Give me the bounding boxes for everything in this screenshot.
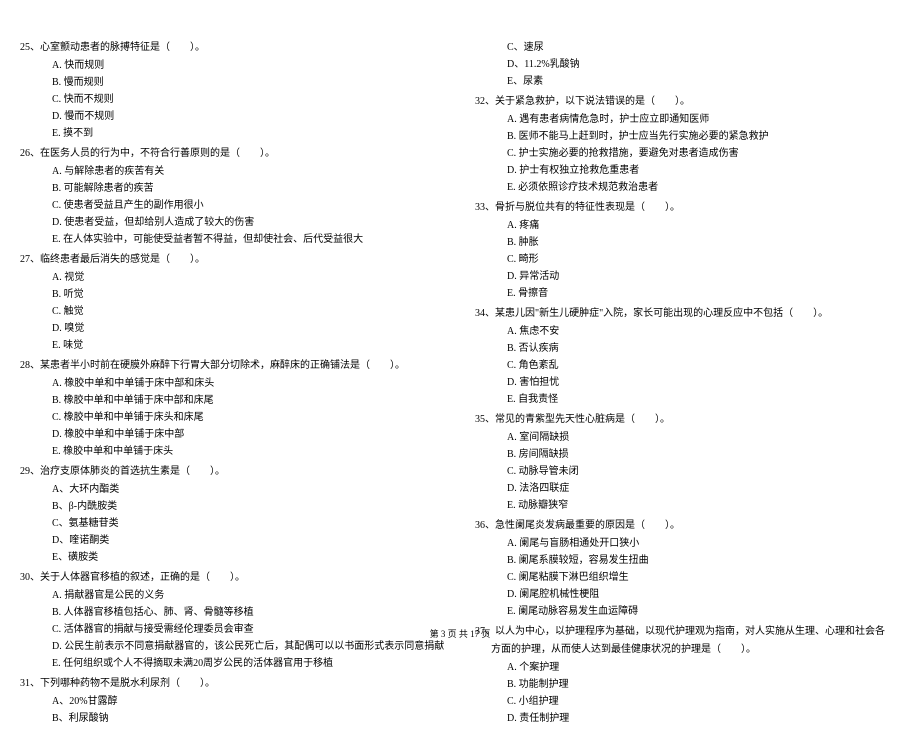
question-block: 30、关于人体器官移植的叙述，正确的是（ ）。 A. 捐献器官是公民的义务B. 人… [20, 570, 445, 672]
question-title: 28、某患者半小时前在硬膜外麻醉下行胃大部分切除术，麻醉床的正确铺法是（ ）。 [20, 358, 445, 374]
option-item: D、11.2%乳酸钠 [475, 57, 900, 73]
question-block: 25、心室颤动患者的脉搏特征是（ ）。 A. 快而规则B. 慢而规则C. 快而不规… [20, 40, 445, 142]
question-title: 27、临终患者最后消失的感觉是（ ）。 [20, 252, 445, 268]
option-item: D. 使患者受益，但却给别人造成了较大的伤害 [20, 215, 445, 231]
option-item: C. 橡胶中单和中单铺于床头和床尾 [20, 410, 445, 426]
question-block: 36、急性阑尾炎发病最重要的原因是（ ）。 A. 阑尾与盲肠相通处开口狭小B. 阑… [475, 518, 900, 620]
option-item: A. 快而规则 [20, 58, 445, 74]
question-block: 34、某患儿因"新生儿硬肿症"入院，家长可能出现的心理反应中不包括（ ）。 A. … [475, 306, 900, 408]
option-item: C. 畸形 [475, 252, 900, 268]
option-item: D. 护士有权独立抢救危重患者 [475, 163, 900, 179]
question-title: 26、在医务人员的行为中，不符合行善原则的是（ ）。 [20, 146, 445, 162]
option-item: B. 功能制护理 [475, 677, 900, 693]
option-item: A. 室间隔缺损 [475, 430, 900, 446]
question-title: 25、心室颤动患者的脉搏特征是（ ）。 [20, 40, 445, 56]
option-item: A. 捐献器官是公民的义务 [20, 588, 445, 604]
option-item: B. 听觉 [20, 287, 445, 303]
option-item: C. 快而不规则 [20, 92, 445, 108]
question-title-cont: 方面的护理，从而使人达到最佳健康状况的护理是（ ）。 [475, 642, 900, 658]
option-item: D. 阑尾腔机械性梗阻 [475, 587, 900, 603]
option-item: A. 焦虑不安 [475, 324, 900, 340]
question-block: 33、骨折与脱位共有的特征性表现是（ ）。 A. 疼痛B. 肿胀C. 畸形D. 异… [475, 200, 900, 302]
option-item: D. 嗅觉 [20, 321, 445, 337]
option-item: E. 任何组织或个人不得摘取未满20周岁公民的活体器官用于移植 [20, 656, 445, 672]
option-item: E. 必须依照诊疗技术规范救治患者 [475, 180, 900, 196]
question-title: 30、关于人体器官移植的叙述，正确的是（ ）。 [20, 570, 445, 586]
option-item: D. 责任制护理 [475, 711, 900, 727]
option-item: B. 橡胶中单和中单铺于床中部和床尾 [20, 393, 445, 409]
option-item: B. 可能解除患者的疾苦 [20, 181, 445, 197]
option-item: E. 味觉 [20, 338, 445, 354]
option-item: E、尿素 [475, 74, 900, 90]
option-item: A. 遇有患者病情危急时，护士应立即通知医师 [475, 112, 900, 128]
question-block: 26、在医务人员的行为中，不符合行善原则的是（ ）。 A. 与解除患者的疾苦有关B… [20, 146, 445, 248]
question-title: 31、下列哪种药物不是脱水利尿剂（ ）。 [20, 676, 445, 692]
option-item: E、磺胺类 [20, 550, 445, 566]
option-item: E. 在人体实验中，可能使受益者暂不得益，但却使社会、后代受益很大 [20, 232, 445, 248]
option-item: A. 阑尾与盲肠相通处开口狭小 [475, 536, 900, 552]
question-title: 29、治疗支原体肺炎的首选抗生素是（ ）。 [20, 464, 445, 480]
option-item: B. 否认疾病 [475, 341, 900, 357]
option-item: E. 骨擦音 [475, 286, 900, 302]
option-item: B. 阑尾系膜较短，容易发生扭曲 [475, 553, 900, 569]
option-item: B、利尿酸钠 [20, 711, 445, 727]
option-item: C. 阑尾粘膜下淋巴组织增生 [475, 570, 900, 586]
option-item: C. 使患者受益且产生的副作用很小 [20, 198, 445, 214]
question-block: 31、下列哪种药物不是脱水利尿剂（ ）。 A、20%甘露醇B、利尿酸钠 [20, 676, 445, 727]
option-item: E. 摸不到 [20, 126, 445, 142]
option-item: D. 异常活动 [475, 269, 900, 285]
option-item: A. 视觉 [20, 270, 445, 286]
option-item: D. 慢而不规则 [20, 109, 445, 125]
question-title: 32、关于紧急救护，以下说法错误的是（ ）。 [475, 94, 900, 110]
option-item: B. 房间隔缺损 [475, 447, 900, 463]
option-item: B、β-内酰胺类 [20, 499, 445, 515]
option-item: E. 橡胶中单和中单铺于床头 [20, 444, 445, 460]
option-item: C. 动脉导管未闭 [475, 464, 900, 480]
option-item: C. 护士实施必要的抢救措施，要避免对患者造成伤害 [475, 146, 900, 162]
question-title: 35、常见的青紫型先天性心脏病是（ ）。 [475, 412, 900, 428]
option-item: B. 医师不能马上赶到时，护士应当先行实施必要的紧急救护 [475, 129, 900, 145]
option-item: B. 肿胀 [475, 235, 900, 251]
option-item: D. 法洛四联症 [475, 481, 900, 497]
option-item: A. 个案护理 [475, 660, 900, 676]
option-item: D. 橡胶中单和中单铺于床中部 [20, 427, 445, 443]
option-item: E. 动脉瓣狭窄 [475, 498, 900, 514]
question-block: 32、关于紧急救护，以下说法错误的是（ ）。 A. 遇有患者病情危急时，护士应立即… [475, 94, 900, 196]
option-item: A. 橡胶中单和中单铺于床中部和床头 [20, 376, 445, 392]
question-title: 34、某患儿因"新生儿硬肿症"入院，家长可能出现的心理反应中不包括（ ）。 [475, 306, 900, 322]
option-item: D. 公民生前表示不同意捐献器官的，该公民死亡后，其配偶可以以书面形式表示同意捐… [20, 639, 445, 655]
question-block: 35、常见的青紫型先天性心脏病是（ ）。 A. 室间隔缺损B. 房间隔缺损C. 动… [475, 412, 900, 514]
question-title: 36、急性阑尾炎发病最重要的原因是（ ）。 [475, 518, 900, 534]
option-item: A、20%甘露醇 [20, 694, 445, 710]
option-item: C. 小组护理 [475, 694, 900, 710]
option-item: E. 阑尾动脉容易发生血运障碍 [475, 604, 900, 620]
option-item: D. 害怕担忧 [475, 375, 900, 391]
question-block: 28、某患者半小时前在硬膜外麻醉下行胃大部分切除术，麻醉床的正确铺法是（ ）。 A… [20, 358, 445, 460]
question-block: 27、临终患者最后消失的感觉是（ ）。 A. 视觉B. 听觉C. 触觉D. 嗅觉E… [20, 252, 445, 354]
option-item: C、氨基糖苷类 [20, 516, 445, 532]
option-item: B. 慢而规则 [20, 75, 445, 91]
option-item: A、大环内酯类 [20, 482, 445, 498]
option-item: C. 触觉 [20, 304, 445, 320]
question-cont-block: C、速尿D、11.2%乳酸钠E、尿素 [475, 40, 900, 90]
question-block: 29、治疗支原体肺炎的首选抗生素是（ ）。 A、大环内酯类B、β-内酰胺类C、氨基… [20, 464, 445, 566]
page-footer: 第 3 页 共 17 页 [0, 627, 920, 640]
option-item: B. 人体器官移植包括心、肺、肾、骨髓等移植 [20, 605, 445, 621]
option-item: C、速尿 [475, 40, 900, 56]
option-item: C. 角色紊乱 [475, 358, 900, 374]
option-item: E. 自我责怪 [475, 392, 900, 408]
option-item: A. 与解除患者的疾苦有关 [20, 164, 445, 180]
option-item: D、喹诺酮类 [20, 533, 445, 549]
question-title: 33、骨折与脱位共有的特征性表现是（ ）。 [475, 200, 900, 216]
option-item: A. 疼痛 [475, 218, 900, 234]
